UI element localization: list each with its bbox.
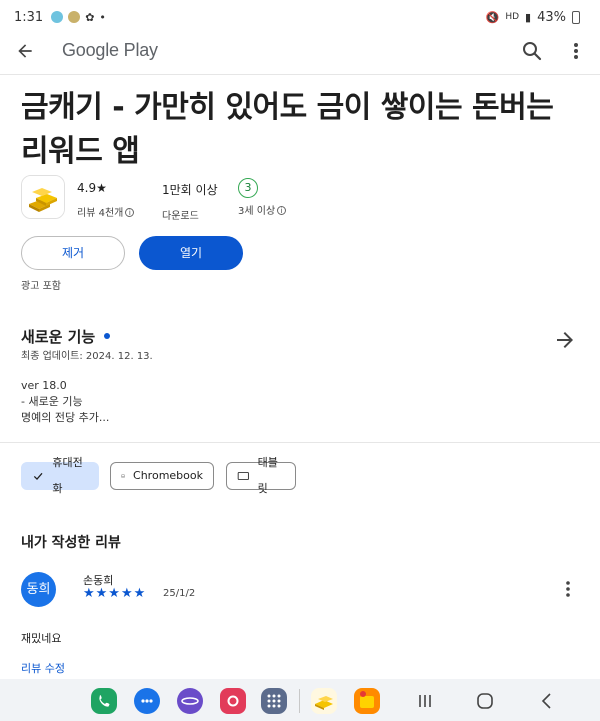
- internet-app-icon[interactable]: [177, 688, 203, 714]
- app-title: 금캐기 - 가만히 있어도 금이 쌓이는 돈버는 리워드 앱: [21, 86, 581, 174]
- downloads-value: 1만회 이상: [162, 183, 218, 197]
- search-icon[interactable]: [520, 39, 544, 63]
- status-bar: 1:31 ✿ • 🔇 HD ▮ 43%: [0, 0, 600, 34]
- app-title-line-2: 리워드 앱: [21, 134, 140, 169]
- chip-chromebook-label: Chromebook: [133, 469, 203, 482]
- downloads-stat: 1만회 이상 다운로드: [162, 181, 218, 222]
- chip-chromebook[interactable]: Chromebook: [110, 462, 214, 490]
- camera-app-icon[interactable]: [220, 688, 246, 714]
- top-app-bar: Google Play: [0, 34, 600, 70]
- open-button[interactable]: 열기: [139, 236, 243, 270]
- edit-review-link[interactable]: 리뷰 수정: [21, 660, 65, 676]
- age-rating-badge: 3: [238, 178, 258, 198]
- check-icon: [33, 472, 43, 480]
- laptop-icon: [121, 474, 125, 478]
- rating-value: 4.9★: [77, 181, 107, 195]
- section-divider: [0, 442, 600, 443]
- hd-signal-icon: HD: [505, 12, 520, 22]
- signal-icon: ▮: [525, 10, 532, 24]
- apps-grid-icon[interactable]: [261, 688, 287, 714]
- notification-more-icon: •: [99, 10, 106, 24]
- arrow-forward-icon[interactable]: [553, 328, 577, 352]
- my-review-heading: 내가 작성한 리뷰: [21, 535, 121, 551]
- more-vert-icon[interactable]: [568, 39, 584, 63]
- whats-new-title: 새로운 기능: [21, 328, 96, 346]
- system-nav-bar: [0, 679, 600, 721]
- system-status: 🔇 HD ▮ 43%: [486, 10, 580, 25]
- arrow-back-icon[interactable]: [12, 38, 38, 64]
- age-rating-label: 3세 이상: [238, 206, 276, 217]
- notification-app-icon: [51, 11, 64, 23]
- gold-app-icon[interactable]: [311, 688, 337, 714]
- whats-new-line: 명예의 전당 추가...: [21, 411, 110, 424]
- last-updated-date: 최종 업데이트: 2024. 12. 13.: [21, 351, 153, 362]
- review-date: 25/1/2: [163, 588, 196, 599]
- status-time: 1:31: [14, 9, 44, 25]
- contains-ads-note: 광고 포함: [21, 281, 61, 292]
- new-indicator-dot: [104, 333, 111, 339]
- notification-dots-icon: ✿: [85, 10, 95, 24]
- tablet-icon: [237, 471, 249, 481]
- recents-nav-icon[interactable]: [414, 690, 436, 712]
- chip-phone[interactable]: 휴대전화: [21, 456, 99, 495]
- rating-label: 리뷰 4천개: [77, 208, 124, 219]
- review-text: 재밌네요: [21, 632, 62, 645]
- info-icon: i: [125, 208, 135, 217]
- whats-new-line: ver 18.0: [21, 379, 67, 392]
- downloads-label: 다운로드: [162, 211, 199, 222]
- gold-bars-icon: [22, 176, 64, 218]
- notification-app-icon: [68, 11, 81, 23]
- home-nav-icon[interactable]: [474, 690, 496, 712]
- battery-icon: [572, 10, 580, 24]
- review-more-icon[interactable]: [561, 578, 575, 600]
- phone-app-icon[interactable]: [91, 688, 117, 714]
- chip-tablet-label: 태블릿: [257, 456, 278, 495]
- dock-divider: [299, 689, 300, 713]
- battery-text: 43%: [537, 9, 566, 25]
- app-bar-title: Google Play: [62, 40, 158, 60]
- whats-new-body: ver 18.0 - 새로운 기능 명예의 전당 추가...: [21, 378, 109, 426]
- chip-tablet[interactable]: 태블릿: [226, 456, 296, 495]
- notification-icons: ✿ •: [51, 11, 106, 24]
- info-icon: i: [277, 206, 287, 215]
- app-bar-divider: [0, 74, 600, 75]
- review-stars: ★★★★★: [83, 586, 147, 601]
- whats-new-line: - 새로운 기능: [21, 395, 83, 408]
- avatar: 동희: [21, 572, 56, 607]
- rating-stat[interactable]: 4.9★ 리뷰 4천개 i: [77, 181, 135, 219]
- app-icon: [21, 175, 65, 219]
- whats-new-section[interactable]: 새로운 기능: [21, 326, 111, 347]
- mute-icon: 🔇: [485, 10, 500, 24]
- messages-app-icon[interactable]: [134, 688, 160, 714]
- uninstall-button[interactable]: 제거: [21, 236, 125, 270]
- app-title-line-1: 금캐기 - 가만히 있어도 금이 쌓이는 돈버는: [21, 90, 554, 125]
- chip-phone-label: 휴대전화: [52, 456, 83, 495]
- back-nav-icon[interactable]: [536, 690, 558, 712]
- recent-app-icon[interactable]: [354, 688, 380, 714]
- age-rating-stat[interactable]: 3 3세 이상 i: [238, 178, 287, 217]
